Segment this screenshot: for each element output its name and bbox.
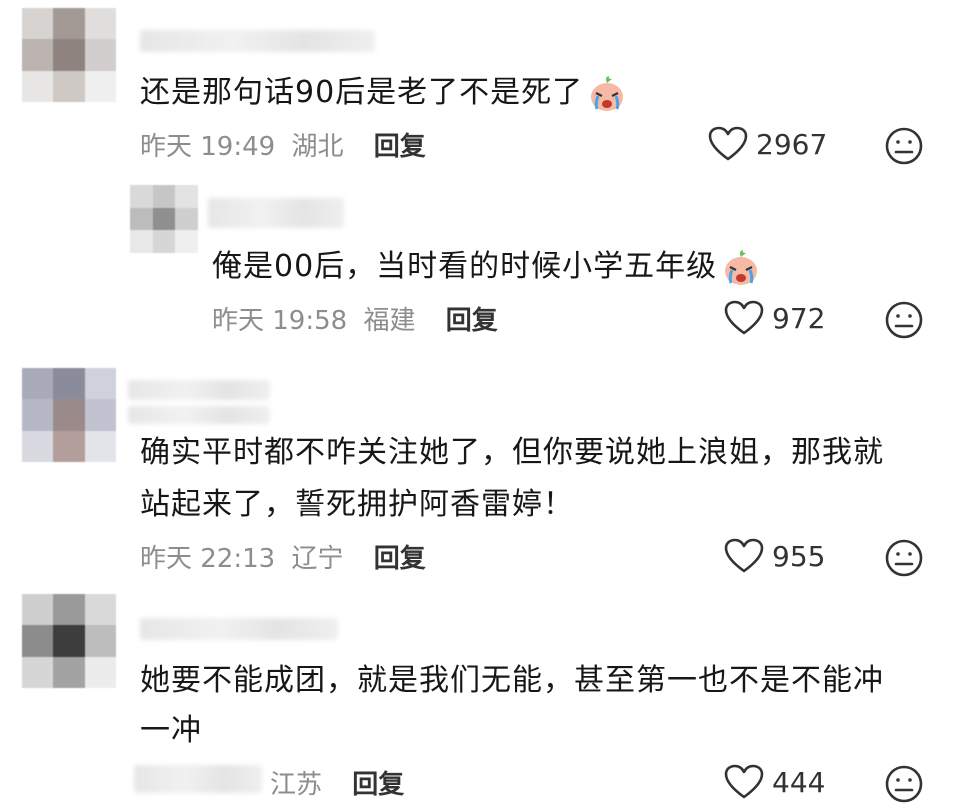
username-secondary (128, 406, 270, 424)
avatar[interactable] (22, 594, 116, 688)
like-count: 2967 (756, 127, 828, 161)
like-count: 972 (772, 301, 826, 335)
like-button[interactable]: 972 (724, 300, 825, 336)
like-count: 955 (772, 539, 826, 573)
reply-button[interactable]: 回复 (446, 306, 498, 336)
comment-text-line-2: 站起来了，誓死拥护阿香雷婷！ (140, 487, 574, 522)
location: 辽宁 (291, 544, 344, 574)
avatar[interactable] (22, 8, 116, 102)
like-count: 444 (772, 765, 826, 799)
heart-outline-icon (724, 300, 764, 335)
like-button[interactable]: 955 (724, 538, 825, 574)
username[interactable] (140, 30, 375, 52)
comment-text-line-1: 确实平时都不咋关注她了，但你要说她上浪姐，那我就 (140, 435, 884, 470)
crying-face-emoji (591, 75, 624, 111)
heart-outline-icon (708, 126, 748, 161)
comment-meta: 昨天 19:49 湖北 回复 (140, 126, 426, 163)
timestamp: 昨天 19:49 (140, 132, 276, 162)
username[interactable] (128, 380, 270, 400)
comment-text: 还是那句话90后是老了不是死了 (140, 66, 627, 120)
crying-face-emoji (725, 249, 758, 285)
heart-outline-icon (724, 538, 764, 573)
like-button[interactable]: 444 (724, 764, 825, 800)
reply-button[interactable]: 回复 (374, 132, 426, 162)
comment-meta: 昨天 22:13 辽宁 回复 (140, 538, 426, 575)
comment-text-line-2: 一冲 (140, 713, 202, 748)
neutral-face-icon[interactable] (884, 764, 924, 804)
like-button[interactable]: 2967 (708, 126, 827, 162)
timestamp-redacted (134, 765, 262, 793)
heart-outline-icon (724, 764, 764, 799)
neutral-face-icon[interactable] (884, 300, 924, 340)
reply-button[interactable]: 回复 (352, 770, 404, 800)
username[interactable] (208, 198, 344, 228)
neutral-face-icon[interactable] (884, 126, 924, 166)
comment-meta: 昨天 19:58 福建 回复 (212, 300, 498, 337)
comment-text-line-1: 她要不能成团，就是我们无能，甚至第一也不是不能冲 (140, 663, 884, 698)
comment-meta: 江苏 回复 (270, 764, 404, 801)
avatar[interactable] (130, 185, 198, 253)
location: 福建 (363, 306, 416, 336)
username[interactable] (140, 618, 338, 640)
neutral-face-icon[interactable] (884, 538, 924, 578)
timestamp: 昨天 22:13 (140, 544, 276, 574)
location: 湖北 (291, 132, 344, 162)
reply-button[interactable]: 回复 (374, 544, 426, 574)
comment-text: 俺是00后，当时看的时候小学五年级 (212, 240, 761, 294)
avatar[interactable] (22, 368, 116, 462)
timestamp: 昨天 19:58 (212, 306, 348, 336)
location: 江苏 (270, 770, 323, 800)
